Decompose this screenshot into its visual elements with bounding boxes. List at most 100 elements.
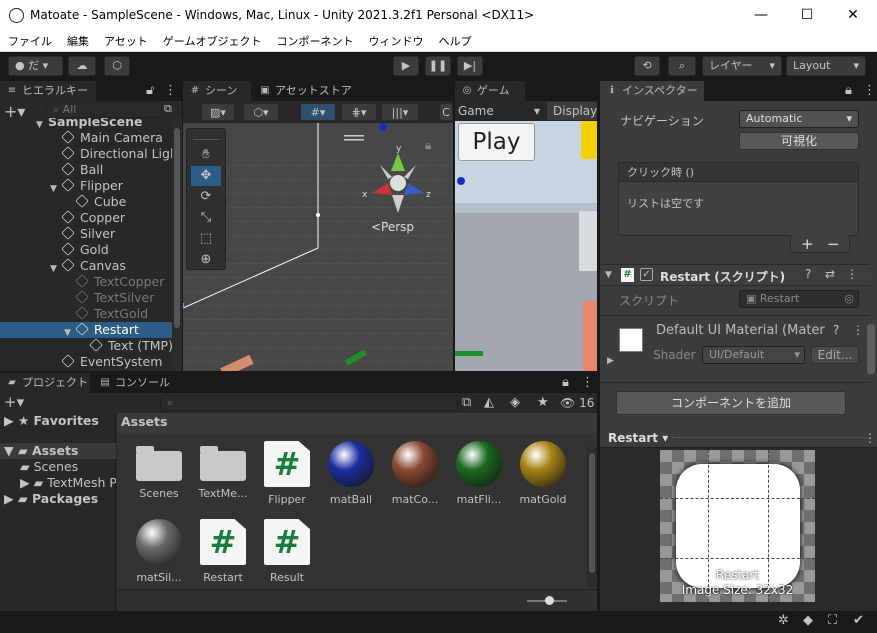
tab-hierarchy[interactable]: ≡ ヒエラルキー — [0, 81, 96, 101]
hierarchy-item[interactable]: Main Camera — [0, 130, 172, 146]
layout-dropdown[interactable]: Layout ▾ — [786, 56, 866, 76]
foldout-arrow-icon[interactable]: ▼ — [605, 270, 612, 280]
rotate-tool-icon[interactable]: ⟳ — [191, 187, 221, 207]
tab-game[interactable]: ◎ ゲーム — [455, 81, 525, 101]
kebab-menu-icon[interactable]: ⋮ — [863, 83, 876, 98]
play-icon[interactable]: ▶ — [393, 56, 419, 76]
progress-layers-icon[interactable]: ◆ — [803, 613, 813, 628]
create-asset-button[interactable]: +▾ — [4, 393, 24, 411]
project-search-input[interactable]: ⌕ — [160, 395, 458, 411]
collab-icon[interactable]: ⬡ — [104, 56, 130, 76]
menu-window[interactable]: ウィンドウ — [360, 31, 430, 49]
help-icon[interactable]: ? — [805, 267, 811, 281]
tab-asset-store[interactable]: ▣ アセットストア — [253, 81, 363, 101]
game-view-dropdown[interactable]: Game ▾ — [458, 102, 542, 120]
folder-item-textmeshpro[interactable]: ▶ ▰ TextMesh Pro — [20, 475, 116, 491]
draw-mode-dropdown[interactable]: ▨▾ — [201, 103, 235, 121]
hierarchy-search-input[interactable]: ⌕ All — [46, 102, 162, 118]
preview-title-dropdown[interactable]: Restart ▾ — [608, 431, 668, 445]
hidden-packages-toggle[interactable]: 👁︎ 16 — [560, 396, 594, 410]
hierarchy-item[interactable]: Gold — [0, 242, 172, 258]
filter-type-icon[interactable]: ◭ — [484, 395, 494, 410]
asset-item-folder[interactable]: TextMe... — [193, 441, 253, 500]
menu-gameobject[interactable]: ゲームオブジェクト — [155, 31, 269, 49]
asset-item-material[interactable]: matBall — [321, 441, 381, 506]
folder-item-scenes[interactable]: ▰ Scenes — [20, 459, 78, 475]
maximize-button[interactable]: ☐ — [797, 5, 817, 25]
lock-icon[interactable]: 🔒︎ — [562, 375, 569, 390]
menu-component[interactable]: コンポーネント — [268, 31, 360, 49]
menu-assets[interactable]: アセット — [96, 31, 155, 49]
remove-event-button[interactable]: − — [827, 235, 840, 253]
asset-item-folder[interactable]: Scenes — [129, 441, 189, 500]
scene-camera-icon[interactable]: C — [439, 103, 453, 121]
hierarchy-item[interactable]: ▼ Restart — [0, 322, 172, 338]
hierarchy-item[interactable]: ▼ Canvas — [0, 258, 172, 274]
hierarchy-item[interactable]: Directional Light — [0, 146, 172, 162]
enable-checkbox[interactable]: ✓ — [640, 268, 653, 281]
hierarchy-item[interactable]: TextSilver — [0, 290, 172, 306]
project-breadcrumb[interactable]: Assets — [117, 413, 597, 433]
display-dropdown[interactable]: Display — [547, 102, 597, 120]
asset-item-material[interactable]: matCo... — [385, 441, 445, 506]
transform-tool-icon[interactable]: ⊕ — [191, 250, 221, 270]
play-button[interactable]: Play — [458, 123, 535, 161]
hierarchy-item[interactable]: Text (TMP) — [0, 338, 172, 354]
audio-fx-dropdown[interactable]: |||▾ — [381, 103, 419, 121]
add-event-button[interactable]: + — [801, 235, 814, 253]
move-tool-icon[interactable]: ✥ — [191, 166, 221, 186]
network-icon[interactable]: ⛶ — [828, 613, 837, 628]
kebab-menu-icon[interactable]: ⋮ — [581, 375, 594, 390]
tab-console[interactable]: ▤ コンソール — [93, 373, 173, 393]
hierarchy-scene-root[interactable]: ▼ SampleScene — [0, 118, 172, 130]
render-mode-dropdown[interactable]: ⬡▾ — [243, 103, 279, 121]
hierarchy-item[interactable]: TextCopper — [0, 274, 172, 290]
edit-shader-button[interactable]: Edit... — [811, 346, 859, 364]
kebab-menu-icon[interactable]: ⋮ — [852, 323, 864, 337]
kebab-menu-icon[interactable]: ⋮ — [846, 267, 858, 281]
cloud-icon[interactable]: ☁ — [68, 56, 96, 76]
kebab-menu-icon[interactable]: ⋮ — [164, 83, 177, 98]
account-dropdown[interactable]: ● だ ▾ — [8, 56, 63, 76]
hierarchy-item[interactable]: EventSystem — [0, 354, 172, 370]
add-component-button[interactable]: コンポーネントを追加 — [616, 391, 846, 415]
menu-help[interactable]: ヘルプ — [430, 31, 478, 49]
packages-item[interactable]: ▶ ▰ Packages — [4, 491, 98, 507]
hierarchy-item[interactable]: Silver — [0, 226, 172, 242]
search-by-type-icon[interactable]: ⧉ — [462, 395, 471, 410]
asset-item-material[interactable]: matGold — [513, 441, 573, 506]
hierarchy-scrollbar[interactable] — [172, 118, 182, 371]
tab-project[interactable]: ▰ プロジェクト — [0, 373, 90, 393]
kebab-menu-icon[interactable]: ⋮ — [864, 431, 876, 445]
asset-scrollbar[interactable] — [587, 447, 597, 587]
menu-edit[interactable]: 編集 — [59, 31, 96, 49]
hierarchy-item[interactable]: ▼ Flipper — [0, 178, 172, 194]
hand-tool-icon[interactable]: ✋︎ — [191, 145, 221, 165]
scene-visibility-icon[interactable]: ⧉ — [164, 102, 172, 116]
hierarchy-item[interactable]: Ball — [0, 162, 172, 178]
icon-size-slider-handle[interactable] — [545, 596, 554, 605]
asset-item-script[interactable]: # Result — [257, 519, 317, 584]
assets-root-item[interactable]: ▼ ▰ Assets — [0, 443, 116, 459]
asset-item-material[interactable]: matFli... — [449, 441, 509, 506]
history-icon[interactable]: ⟲ — [634, 56, 660, 76]
rect-tool-icon[interactable]: ⬚ — [191, 229, 221, 249]
asset-item-material[interactable]: matSil... — [129, 519, 189, 584]
restart-component-header[interactable]: ▼ # ✓ Restart (スクリプト) ? ⇄ ⋮ — [600, 264, 870, 286]
increment-snap-dropdown[interactable]: ⋕▾ — [341, 103, 377, 121]
close-button[interactable]: ✕ — [843, 5, 863, 25]
hierarchy-item[interactable]: Copper — [0, 210, 172, 226]
debug-mode-icon[interactable]: ✲ — [778, 613, 789, 628]
favorite-star-icon[interactable]: ★ — [537, 395, 549, 410]
grid-snap-toggle[interactable]: #▾ — [300, 103, 336, 121]
shader-dropdown[interactable]: UI/Default ▾ — [702, 346, 805, 364]
menu-file[interactable]: ファイル — [0, 31, 59, 49]
help-icon[interactable]: ? — [833, 323, 839, 337]
foldout-arrow-icon[interactable]: ▶ — [607, 356, 614, 366]
minimize-button[interactable]: — — [751, 5, 771, 25]
asset-item-script[interactable]: # Restart — [193, 519, 253, 584]
hierarchy-item[interactable]: TextGold — [0, 306, 172, 322]
lock-icon[interactable]: 🔓︎ — [146, 83, 154, 98]
lock-icon[interactable]: 🔒︎ — [845, 83, 852, 98]
scale-tool-icon[interactable]: ⤡ — [191, 208, 221, 228]
